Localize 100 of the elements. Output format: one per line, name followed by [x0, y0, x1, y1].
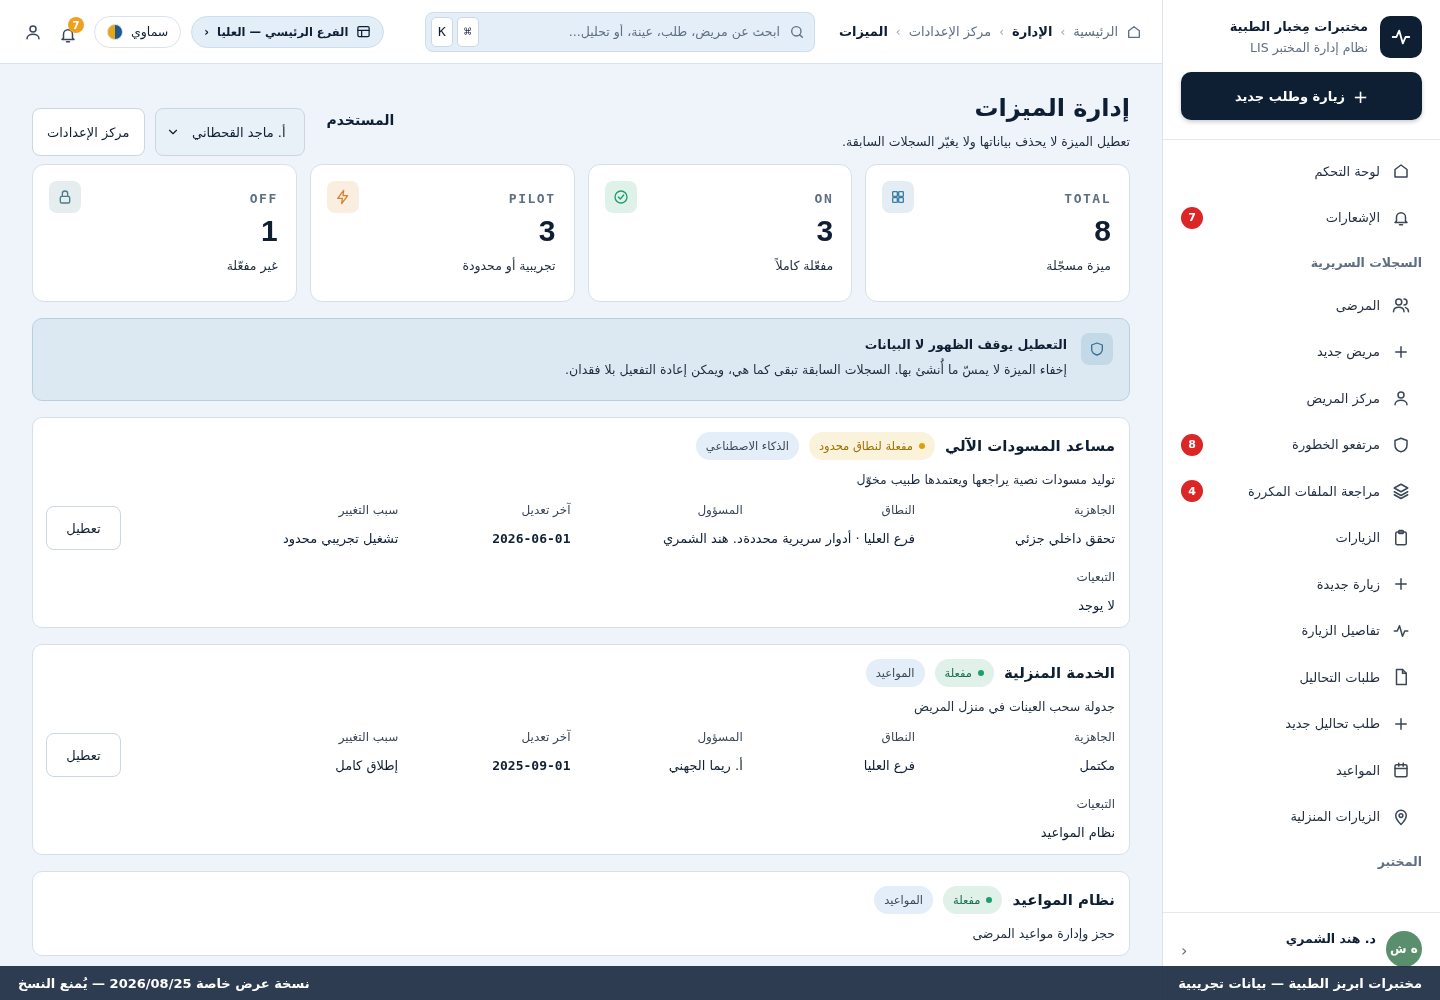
nav-item[interactable]: طلبات التحاليل	[1163, 654, 1430, 701]
field-label: النطاق	[880, 730, 915, 744]
search-icon	[788, 23, 805, 40]
shield-icon	[1392, 435, 1410, 454]
stat-value: 1	[260, 214, 278, 248]
field-label: التبعيات	[1075, 797, 1115, 811]
count-badge: 4	[1181, 480, 1203, 503]
breadcrumb-link[interactable]: الرئيسية	[1073, 24, 1118, 39]
count-badge: 7	[1181, 206, 1203, 229]
section-heading: السجلات السريرية	[1309, 254, 1423, 272]
status-badge: مفعلة لنطاق محدود	[809, 432, 935, 460]
stat-label: OFF	[248, 191, 278, 206]
breadcrumb-link[interactable]: مركز الإعدادات	[908, 24, 992, 39]
app-subtitle: نظام إدارة المختبر LIS	[1249, 40, 1368, 55]
breadcrumb-separator: ›	[895, 24, 901, 39]
user-icon	[24, 22, 42, 41]
account-button[interactable]	[24, 22, 42, 41]
feature-name: نظام المواعيد	[1012, 891, 1115, 909]
field-label: سبب التغيير	[337, 503, 399, 517]
field-label: المستخدم	[326, 112, 395, 128]
field-label: آخر تعديل	[520, 730, 571, 744]
field-label: الجاهزية	[1072, 503, 1115, 517]
location-pin-icon	[1392, 807, 1410, 826]
feature-description: حجز وإدارة مواعيد المرضى	[971, 926, 1115, 941]
field-label: الجاهزية	[1072, 730, 1115, 744]
breadcrumb-link[interactable]: الميزات	[838, 24, 888, 39]
field-label: النطاق	[880, 503, 915, 517]
layers-icon	[1392, 482, 1410, 501]
field-value: نظام المواعيد	[1039, 825, 1115, 840]
collapse-chevron[interactable]: ‹	[1181, 941, 1188, 960]
nav-item[interactable]: مركز المريض	[1163, 375, 1430, 422]
field-value: إطلاق كامل	[334, 758, 399, 773]
field-label: التبعيات	[1075, 570, 1115, 584]
user-name: د. هند الشمري	[1285, 931, 1376, 946]
notification-badge: 7	[68, 17, 84, 33]
user-select[interactable]: أ. ماجد القحطاني	[154, 108, 305, 156]
category-tag: الذكاء الاصطناعي	[695, 432, 799, 460]
stat-label: ON	[813, 191, 834, 206]
stat-label: PILOT	[507, 191, 556, 206]
page-subtitle: تعطيل الميزة لا يحذف بياناتها ولا يغيّر السجلات السابقة.	[842, 134, 1130, 149]
field-value: لا يوجد	[1077, 598, 1115, 613]
stat-value: 3	[537, 214, 556, 248]
status-badge: مفعلة	[934, 659, 994, 687]
section-heading: المختبر	[1376, 853, 1423, 871]
field-label: المسؤول	[696, 730, 743, 744]
feature-name: الخدمة المنزلية	[1004, 664, 1115, 682]
nav-item[interactable]: تفاصيل الزيارة	[1163, 607, 1430, 654]
home-icon	[1126, 23, 1142, 40]
status-badge: مفعلة	[943, 886, 1003, 914]
field-value: أ. ريما الجهني	[667, 758, 743, 773]
home-icon	[1392, 162, 1410, 181]
table-icon	[356, 24, 372, 39]
field-label: آخر تعديل	[520, 503, 571, 517]
stat-caption: تجريبية أو محدودة	[461, 258, 556, 273]
demo-notice-text: نسخة عرض خاصة 2026/08/25 — يُمنع النسخ	[18, 975, 310, 991]
field-label: المسؤول	[696, 503, 743, 517]
field-value: 2026-06-01	[491, 531, 571, 546]
nav-item[interactable]: الزيارات المنزلية	[1163, 793, 1430, 840]
nav-item[interactable]: زيارة جديدة	[1163, 561, 1430, 608]
breadcrumb-link[interactable]: الإدارة	[1012, 24, 1053, 39]
shield-icon	[1089, 341, 1105, 357]
disable-button[interactable]: تعطيل	[46, 733, 121, 777]
nav-item[interactable]: المرضى	[1163, 282, 1430, 329]
count-badge: 8	[1181, 433, 1203, 456]
users-icon	[1392, 296, 1410, 315]
user-avatar: ه ش	[1386, 931, 1422, 967]
nav-item[interactable]: مريض جديد	[1163, 328, 1430, 375]
theme-selector[interactable]: سماوي	[94, 15, 182, 48]
settings-center-button[interactable]: مركز الإعدادات	[32, 108, 145, 156]
stat-label: TOTAL	[1063, 191, 1111, 206]
clipboard-icon	[1392, 528, 1410, 547]
nav-item[interactable]: المواعيد	[1163, 747, 1430, 794]
nav-item[interactable]: طلب تحاليل جديد	[1163, 700, 1430, 747]
nav-item[interactable]: لوحة التحكم	[1163, 148, 1430, 195]
disable-button[interactable]: تعطيل	[46, 506, 121, 550]
branch-selector[interactable]: الفرع الرئيسي — العليا ‹	[191, 15, 385, 48]
stat-value: 8	[1093, 214, 1111, 248]
field-value: تحقق داخلي جزئي	[1014, 531, 1115, 546]
info-title: التعطيل يوقف الظهور لا البيانات	[863, 337, 1067, 352]
new-visit-button[interactable]: + زيارة وطلب جديد	[1181, 72, 1422, 120]
feature-description: توليد مسودات نصية يراجعها ويعتمدها طبيب مخوّل	[855, 472, 1115, 487]
field-value: مكتمل	[1078, 758, 1115, 773]
field-value: 2025-09-01	[491, 758, 571, 773]
stat-value: 3	[815, 214, 834, 248]
field-value: فرع العليا	[862, 758, 915, 773]
demo-owner-text: مختبرات ابريز الطبية — بيانات تجريبية	[1178, 975, 1422, 991]
field-label: سبب التغيير	[337, 730, 399, 744]
calendar-icon	[1392, 761, 1410, 780]
stat-caption: مفعّلة كاملاً	[773, 258, 834, 273]
field-value: د. هند الشمري	[661, 531, 743, 546]
breadcrumb-separator: ›	[999, 24, 1004, 39]
category-tag: المواعيد	[874, 886, 933, 914]
nav-item[interactable]: الزيارات	[1163, 514, 1430, 561]
feature-description: جدولة سحب العينات في منزل المريض	[913, 699, 1115, 714]
field-value: فرع العليا · أدوار سريرية محددة	[742, 531, 915, 546]
stat-caption: ميزة مسجّلة	[1045, 258, 1111, 273]
feature-name: مساعد المسودات الآلي	[944, 437, 1115, 455]
field-value: تشغيل تجريبي محدود	[281, 531, 399, 546]
breadcrumb-separator: ›	[1060, 24, 1066, 39]
category-tag: المواعيد	[865, 659, 925, 687]
